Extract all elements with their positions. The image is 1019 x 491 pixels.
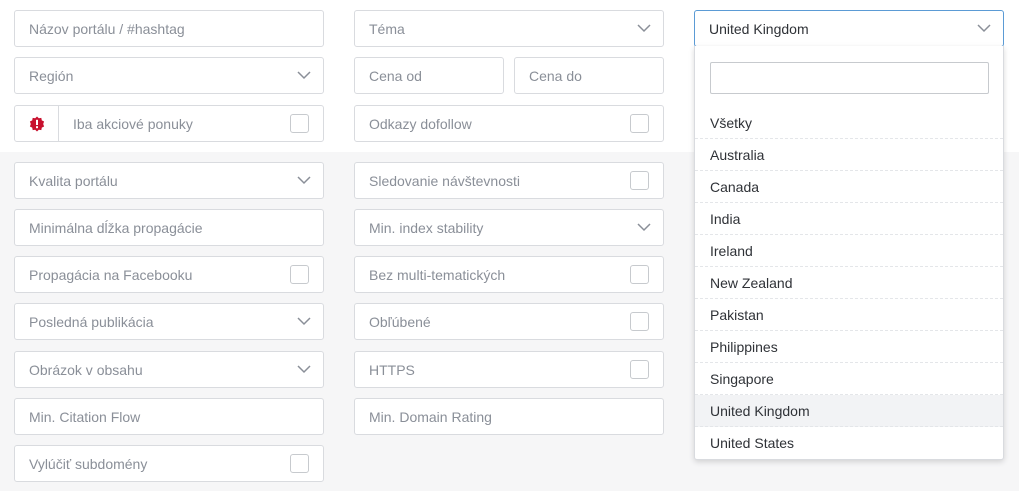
filter-panel: Názov portálu / #hashtag Téma Región Cen…	[0, 0, 1019, 491]
portal-quality-select[interactable]: Kvalita portálu	[14, 162, 324, 199]
facebook-promo-checkbox[interactable]	[290, 265, 309, 284]
country-option[interactable]: Singapore	[695, 363, 1003, 395]
country-option[interactable]: United States	[695, 427, 1003, 459]
https-toggle[interactable]: HTTPS	[354, 351, 664, 388]
country-option-selected[interactable]: United Kingdom	[695, 395, 1003, 427]
favorites-toggle[interactable]: Obľúbené	[354, 303, 664, 340]
min-index-stability-select[interactable]: Min. index stability	[354, 209, 664, 246]
chevron-down-icon	[297, 71, 311, 80]
country-option[interactable]: Pakistan	[695, 299, 1003, 331]
favorites-checkbox[interactable]	[630, 312, 649, 331]
price-to-input[interactable]: Cena do	[514, 57, 664, 94]
theme-select-label: Téma	[369, 20, 405, 37]
facebook-promo-toggle[interactable]: Propagácia na Facebooku	[14, 256, 324, 293]
exclude-subdomains-toggle[interactable]: Vylúčiť subdomény	[14, 445, 324, 482]
country-option[interactable]: India	[695, 203, 1003, 235]
min-promo-length-input[interactable]: Minimálna dĺžka propagácie	[14, 209, 324, 246]
facebook-promo-label: Propagácia na Facebooku	[29, 266, 193, 283]
portal-quality-label: Kvalita portálu	[29, 172, 118, 189]
region-select-label: Región	[29, 67, 74, 84]
chevron-down-icon	[297, 317, 311, 326]
last-publication-select[interactable]: Posledná publikácia	[14, 303, 324, 340]
last-publication-label: Posledná publikácia	[29, 313, 154, 330]
region-select[interactable]: Región	[14, 57, 324, 94]
country-dropdown: Všetky Australia Canada India Ireland Ne…	[694, 46, 1004, 460]
image-in-content-select[interactable]: Obrázok v obsahu	[14, 351, 324, 388]
price-from-input[interactable]: Cena od	[354, 57, 504, 94]
country-select-value: United Kingdom	[709, 20, 809, 37]
sale-only-label: Iba akciové ponuky	[73, 115, 193, 132]
country-option[interactable]: Všetky	[695, 107, 1003, 139]
min-domain-rating-input[interactable]: Min. Domain Rating	[354, 398, 664, 435]
min-domain-rating-placeholder: Min. Domain Rating	[369, 408, 492, 425]
country-option[interactable]: Canada	[695, 171, 1003, 203]
chevron-down-icon	[637, 24, 651, 33]
https-checkbox[interactable]	[630, 360, 649, 379]
price-from-placeholder: Cena od	[369, 67, 422, 84]
no-multi-topic-toggle[interactable]: Bez multi-tematických	[354, 256, 664, 293]
dofollow-label: Odkazy dofollow	[369, 115, 472, 132]
dofollow-checkbox[interactable]	[630, 114, 649, 133]
theme-select[interactable]: Téma	[354, 10, 664, 47]
country-option[interactable]: Australia	[695, 139, 1003, 171]
exclude-subdomains-label: Vylúčiť subdomény	[29, 455, 148, 472]
chevron-down-icon	[637, 223, 651, 232]
dofollow-toggle[interactable]: Odkazy dofollow	[354, 105, 664, 142]
country-option[interactable]: Philippines	[695, 331, 1003, 363]
portal-name-placeholder: Názov portálu / #hashtag	[29, 20, 185, 37]
exclude-subdomains-checkbox[interactable]	[290, 454, 309, 473]
country-option[interactable]: Ireland	[695, 235, 1003, 267]
min-promo-length-placeholder: Minimálna dĺžka propagácie	[29, 219, 203, 236]
favorites-label: Obľúbené	[369, 313, 431, 330]
country-options-list: Všetky Australia Canada India Ireland Ne…	[695, 107, 1003, 459]
country-select[interactable]: United Kingdom	[694, 10, 1004, 47]
chevron-down-icon	[977, 24, 991, 33]
chevron-down-icon	[297, 365, 311, 374]
chevron-down-icon	[297, 176, 311, 185]
min-index-stability-label: Min. index stability	[369, 219, 484, 236]
country-search-input[interactable]	[710, 62, 989, 94]
sale-only-toggle[interactable]: Iba akciové ponuky	[14, 105, 324, 142]
portal-name-input[interactable]: Názov portálu / #hashtag	[14, 10, 324, 47]
no-multi-topic-label: Bez multi-tematických	[369, 266, 506, 283]
min-citation-flow-input[interactable]: Min. Citation Flow	[14, 398, 324, 435]
traffic-tracking-checkbox[interactable]	[630, 171, 649, 190]
price-to-placeholder: Cena do	[529, 67, 582, 84]
https-label: HTTPS	[369, 361, 415, 378]
sale-badge-addon	[15, 106, 59, 141]
no-multi-topic-checkbox[interactable]	[630, 265, 649, 284]
traffic-tracking-toggle[interactable]: Sledovanie návštevnosti	[354, 162, 664, 199]
traffic-tracking-label: Sledovanie návštevnosti	[369, 172, 520, 189]
sale-badge-icon	[29, 116, 44, 131]
country-option[interactable]: New Zealand	[695, 267, 1003, 299]
sale-only-checkbox[interactable]	[290, 114, 309, 133]
min-citation-flow-placeholder: Min. Citation Flow	[29, 408, 141, 425]
image-in-content-label: Obrázok v obsahu	[29, 361, 143, 378]
